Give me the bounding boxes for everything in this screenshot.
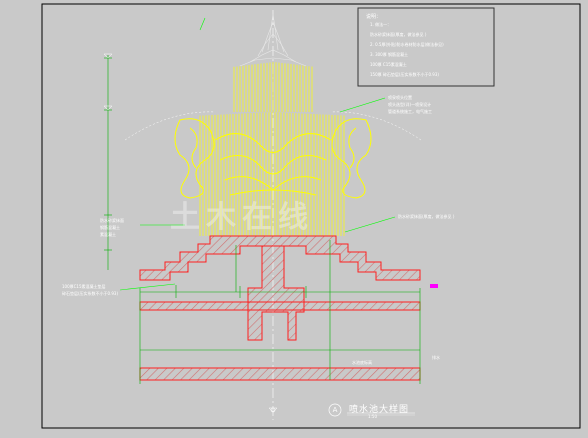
section-marker [430,284,438,288]
drawing-title: 喷水池大样图 [349,405,410,415]
left-callout-line: 素混凝土 [100,232,116,237]
detail-letter: A [332,406,338,414]
note-line: 150厚 碎石垫层(压实系数不小于0.93) [370,72,439,77]
crown-spray [239,13,307,67]
right-callout: 防水砂浆抹面(厚度，做法参见 ) [398,214,455,219]
left-callout-line: 碎石垫层(压实系数不小于0.93) [62,291,119,296]
left-callout-line: 防水砂浆抹面 [100,218,124,223]
bottom-dimension-label: 水池底标高 [352,360,372,365]
jet-callout-line: 喷头选型(详)一喷泉设计 [388,102,432,107]
note-line: 防水砂浆抹面(厚度，做法参见 ) [370,32,427,37]
right-callout: 排水 [432,355,440,360]
cad-drawing-viewport: 土木在线 说明： 1. 做法一： 防水砂浆抹面(厚度，做法参见 ) 2. 0.5… [0,0,588,438]
note-line: 1. 做法一： [370,22,392,27]
drawing-scale: 1:50 [368,414,377,419]
watermark-text: 土木在线 [170,200,314,235]
note-line: 3. 300厚 钢筋混凝土 [370,52,408,57]
left-callout-line: 钢筋混凝土 [100,225,120,230]
left-callout-line: 100厚C15素混凝土垫层 [62,284,106,289]
concrete-section [139,235,421,381]
jet-callout-line: 管道系统施工，电气施工 [388,109,432,114]
notes-title: 说明： [366,14,382,20]
note-line: 100厚 C15素混凝土 [370,62,407,67]
jet-callout-line: 喷泉喷头位置 [388,95,412,100]
note-line: 2. 0.5厚(外贴)防水卷材防水层(做法参见) [370,42,444,47]
